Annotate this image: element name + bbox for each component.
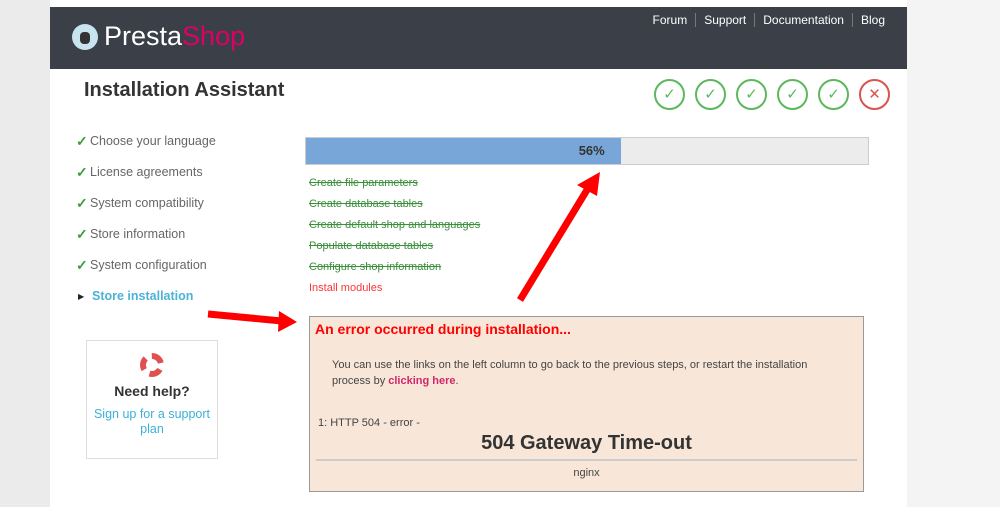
sidebar-item-license[interactable]: ✓ License agreements: [76, 165, 216, 196]
task-item-error: Install modules: [309, 282, 383, 294]
logo-text: Presta: [104, 21, 183, 51]
sidebar-item-label: Choose your language: [90, 134, 216, 148]
restart-link[interactable]: clicking here: [388, 375, 455, 387]
check-icon: ✓: [76, 133, 88, 149]
prestashop-logo[interactable]: Presta Shop: [72, 21, 245, 52]
sidebar-steps: ✓ Choose your language ✓ License agreement…: [76, 134, 216, 320]
background-right: [907, 0, 1000, 507]
sidebar-item-label: System configuration: [90, 258, 207, 272]
step-error-icon: ✕: [859, 79, 890, 110]
progress-bar: 56%: [305, 137, 869, 165]
task-item: Create file parameters: [309, 177, 418, 189]
task-item: Populate database tables: [309, 240, 434, 252]
sidebar-item-label: License agreements: [90, 165, 203, 179]
nav-forum[interactable]: Forum: [645, 13, 697, 27]
installer-page: Presta Shop Forum Support Documentation B…: [50, 7, 907, 507]
background-left: [0, 0, 50, 507]
check-icon: ✓: [76, 226, 88, 242]
sidebar-item-system-configuration[interactable]: ✓ System configuration: [76, 258, 216, 289]
progress-fill: 56%: [306, 138, 621, 164]
sidebar-item-store-installation[interactable]: ▶ Store installation: [76, 289, 216, 320]
nav-documentation[interactable]: Documentation: [755, 13, 853, 27]
help-title: Need help?: [114, 383, 190, 399]
sidebar-item-label: Store installation: [92, 289, 194, 303]
task-item: Configure shop information: [309, 261, 442, 273]
task-item: Create default shop and languages: [309, 219, 481, 231]
check-icon: ✓: [76, 257, 88, 273]
page-title: Installation Assistant: [84, 79, 285, 101]
error-box: An error occurred during installation...…: [309, 316, 864, 492]
error-title: An error occurred during installation...: [315, 321, 571, 337]
nav-blog[interactable]: Blog: [853, 13, 885, 27]
sidebar-item-label: Store information: [90, 227, 186, 241]
lifebuoy-icon: [140, 353, 164, 377]
support-plan-link[interactable]: Sign up for a support plan: [87, 407, 217, 437]
sidebar-item-language[interactable]: ✓ Choose your language: [76, 134, 216, 165]
check-icon: ✓: [76, 164, 88, 180]
help-box: Need help? Sign up for a support plan: [86, 340, 218, 459]
nav-support[interactable]: Support: [696, 13, 756, 27]
error-message-end: .: [455, 375, 459, 387]
top-nav: Forum Support Documentation Blog: [645, 13, 885, 27]
step-indicators: ✓ ✓ ✓ ✓ ✓ ✕: [654, 79, 890, 110]
divider: [316, 459, 857, 461]
error-message: You can use the links on the left column…: [332, 357, 832, 389]
sidebar-item-store-information[interactable]: ✓ Store information: [76, 227, 216, 258]
logo-text-shop: Shop: [182, 21, 246, 51]
error-code: 1: HTTP 504 - error -: [318, 417, 420, 429]
error-heading: 504 Gateway Time-out: [481, 432, 692, 454]
step-check-icon: ✓: [736, 79, 767, 110]
server-name: nginx: [573, 467, 600, 479]
check-icon: ✓: [76, 195, 88, 211]
step-check-icon: ✓: [654, 79, 685, 110]
task-list: Create file parameters Create database t…: [309, 177, 480, 303]
sidebar-item-compatibility[interactable]: ✓ System compatibility: [76, 196, 216, 227]
caret-right-icon: ▶: [78, 292, 85, 301]
step-check-icon: ✓: [695, 79, 726, 110]
step-check-icon: ✓: [777, 79, 808, 110]
sidebar-item-label: System compatibility: [90, 196, 204, 210]
step-check-icon: ✓: [818, 79, 849, 110]
header: Presta Shop Forum Support Documentation B…: [50, 7, 907, 69]
task-item: Create database tables: [309, 198, 423, 210]
puffin-logo-icon: [72, 23, 98, 50]
